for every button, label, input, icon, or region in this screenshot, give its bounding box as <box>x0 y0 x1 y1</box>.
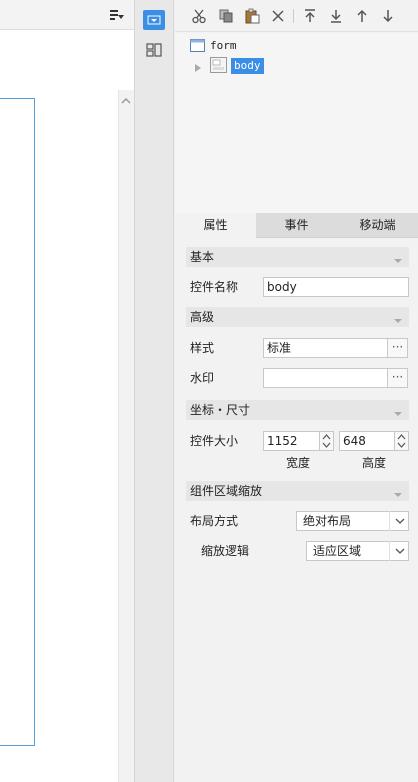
width-input[interactable]: 1152 <box>263 431 320 451</box>
control-size-label: 控件大小 <box>190 434 239 448</box>
control-name-input[interactable]: body <box>263 277 409 297</box>
chevron-down-icon[interactable] <box>389 511 409 531</box>
chevron-down-icon[interactable] <box>393 314 403 323</box>
scroll-up-icon[interactable] <box>121 94 131 104</box>
paste-icon[interactable] <box>244 8 260 24</box>
widget-tree-toggle-button[interactable] <box>143 10 165 30</box>
move-bottom-icon[interactable] <box>328 8 344 24</box>
style-more-button[interactable]: ··· <box>388 338 408 358</box>
tab-properties[interactable]: 属性 <box>175 213 256 238</box>
section-scaling-label: 组件区域缩放 <box>190 484 263 498</box>
chevron-down-icon[interactable] <box>393 407 403 416</box>
move-up-icon[interactable] <box>354 8 370 24</box>
section-basic-label: 基本 <box>190 250 215 264</box>
height-stepper[interactable] <box>395 431 409 451</box>
section-basic[interactable] <box>186 247 409 267</box>
tab-events[interactable]: 事件 <box>256 213 337 238</box>
width-caption: 宽度 <box>285 456 310 470</box>
move-down-icon[interactable] <box>380 8 396 24</box>
copy-icon[interactable] <box>218 8 234 24</box>
height-caption: 高度 <box>361 456 386 470</box>
layout-mode-label: 布局方式 <box>190 514 239 528</box>
form-node-icon <box>190 39 205 52</box>
chevron-down-icon[interactable] <box>393 254 403 263</box>
height-input[interactable]: 648 <box>339 431 395 451</box>
scale-logic-label: 缩放逻辑 <box>201 544 250 558</box>
expand-arrow-icon[interactable] <box>195 61 201 72</box>
layout-mode-select[interactable]: 绝对布局 <box>296 511 409 531</box>
canvas-menu-icon[interactable] <box>110 9 124 21</box>
watermark-input[interactable] <box>263 368 388 388</box>
width-stepper[interactable] <box>320 431 334 451</box>
tree-node-form[interactable]: form <box>210 39 237 53</box>
watermark-label: 水印 <box>190 371 215 385</box>
style-label: 样式 <box>190 341 215 355</box>
chevron-down-icon[interactable] <box>393 488 403 497</box>
layout-panel-icon[interactable] <box>145 42 163 60</box>
cut-icon[interactable] <box>191 8 207 24</box>
delete-icon[interactable] <box>270 8 286 24</box>
section-advanced[interactable] <box>186 307 409 327</box>
control-name-label: 控件名称 <box>190 280 239 294</box>
canvas-scrollbar[interactable] <box>118 90 134 782</box>
tab-mobile[interactable]: 移动端 <box>337 213 418 238</box>
layout-mode-value: 绝对布局 <box>303 514 352 528</box>
form-body-frame[interactable] <box>0 98 35 746</box>
toolbar-divider <box>293 9 294 23</box>
body-node-icon <box>210 57 227 73</box>
watermark-more-button[interactable]: ··· <box>388 368 408 388</box>
chevron-down-icon[interactable] <box>389 541 409 561</box>
section-coords-label: 坐标・尺寸 <box>190 403 251 417</box>
tree-node-body[interactable]: body <box>231 58 264 74</box>
section-advanced-label: 高级 <box>190 310 215 324</box>
style-input[interactable]: 标准 <box>263 338 388 358</box>
move-top-icon[interactable] <box>302 8 318 24</box>
scale-logic-value: 适应区域 <box>313 544 362 558</box>
scale-logic-select[interactable]: 适应区域 <box>306 541 409 561</box>
side-toolstrip <box>134 0 174 782</box>
